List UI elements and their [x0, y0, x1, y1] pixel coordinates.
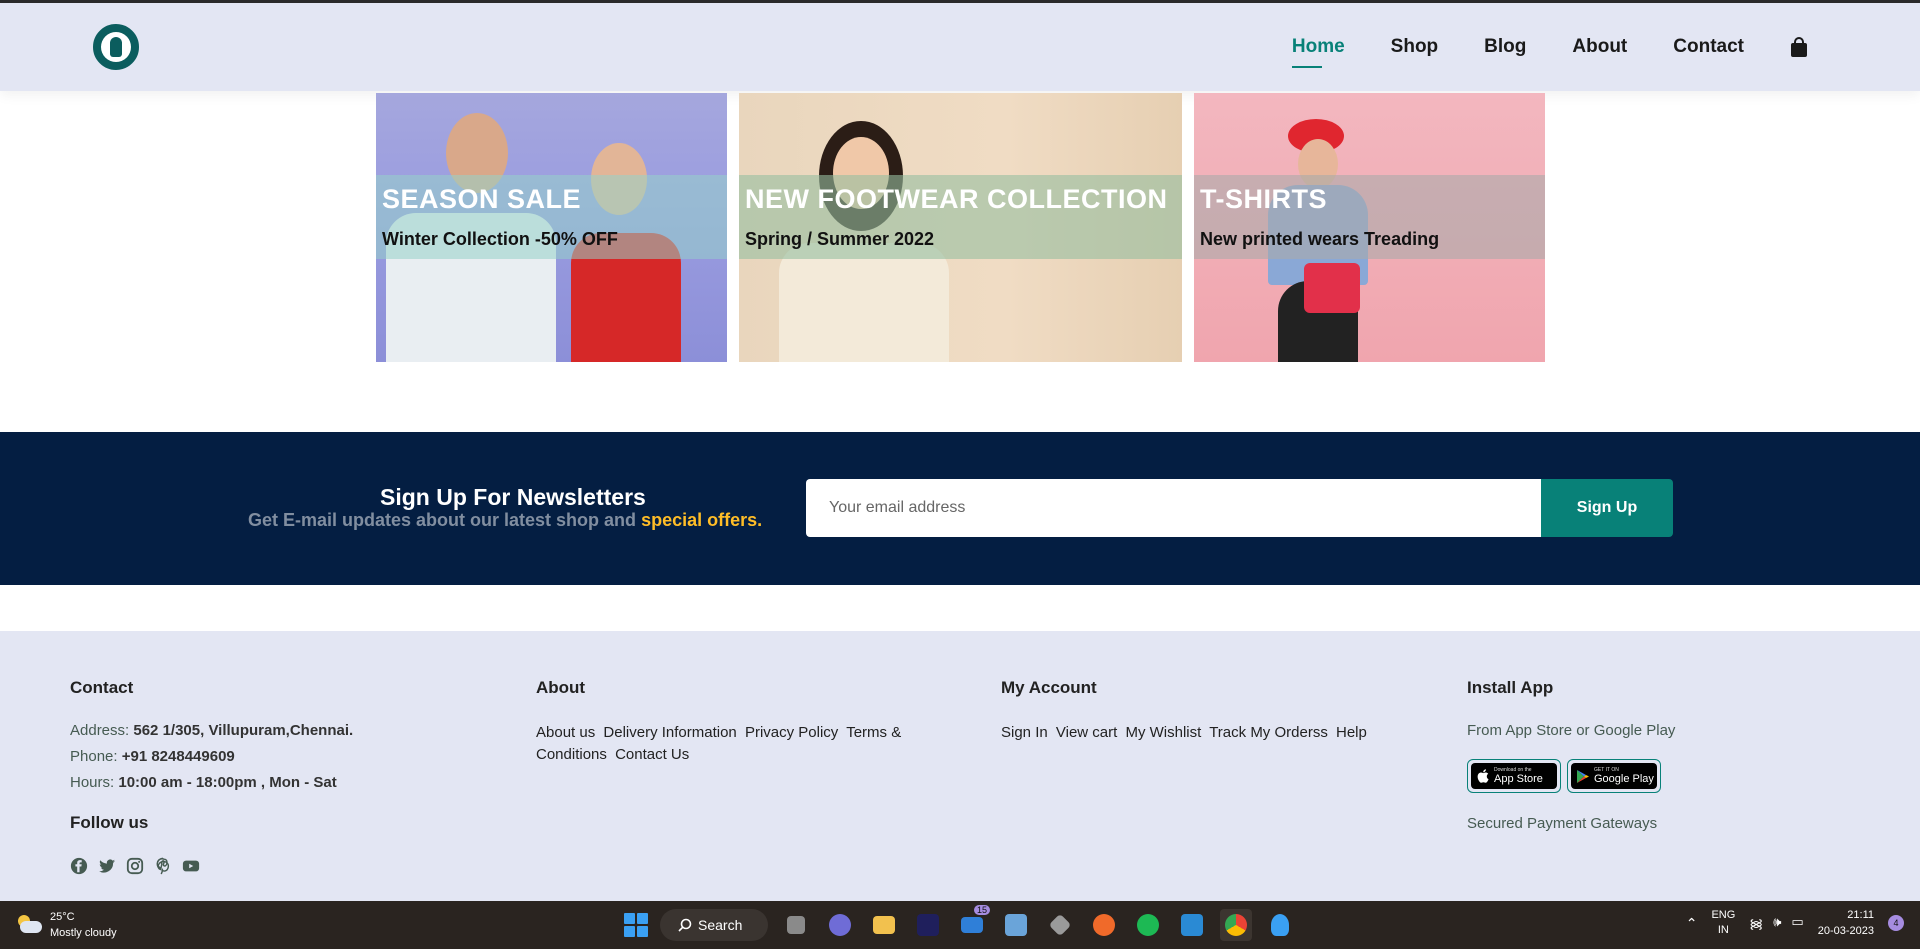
starbucks-logo-icon[interactable] [93, 24, 139, 70]
control-panel-icon[interactable] [1000, 909, 1032, 941]
task-view-icon[interactable] [780, 909, 812, 941]
footer-heading: My Account [1001, 678, 1097, 697]
about-links: About us Delivery Information Privacy Po… [536, 722, 976, 766]
social-icons [70, 857, 353, 875]
nav-contact[interactable]: Contact [1673, 30, 1744, 64]
site-footer: Contact Address: 562 1/305, Villupuram,C… [0, 631, 1920, 901]
footer-link[interactable]: My Wishlist [1125, 724, 1201, 741]
battery-icon: ▭ [1791, 914, 1804, 929]
lightbulb-app-icon[interactable] [1264, 909, 1296, 941]
file-explorer-icon[interactable] [868, 909, 900, 941]
footer-link[interactable]: Privacy Policy [745, 724, 838, 741]
weather-temperature: 25°C [50, 911, 75, 923]
wifi-icon: ᯼ [1749, 916, 1764, 931]
banner-season-sale[interactable]: SEASON SALE Winter Collection -50% OFF [376, 93, 727, 362]
footer-about: About About us Delivery Information Priv… [536, 678, 976, 766]
clock-time: 21:11 [1847, 909, 1874, 921]
footer-heading: About [536, 678, 586, 697]
footer-heading: Contact [70, 678, 134, 697]
quick-settings[interactable]: ᯼ 🕪 ▭ [1749, 914, 1803, 932]
account-links: Sign In View cart My Wishlist Track My O… [1001, 722, 1421, 744]
main-nav: Home Shop Blog About Contact [1246, 3, 1808, 91]
shopping-bag-icon[interactable] [1790, 37, 1808, 57]
windows-start-icon[interactable] [624, 913, 648, 937]
footer-link[interactable]: View cart [1056, 724, 1117, 741]
google-play-button[interactable]: GET IT ON Google Play [1567, 759, 1661, 793]
spotify-icon[interactable] [1132, 909, 1164, 941]
follow-heading: Follow us [70, 813, 149, 832]
footer-link[interactable]: Help [1336, 724, 1367, 741]
mail-badge: 15 [973, 905, 990, 915]
footer-link[interactable]: Contact Us [615, 746, 689, 763]
weather-condition: Mostly cloudy [50, 927, 117, 939]
banner-subtitle: Spring / Summer 2022 [745, 229, 935, 249]
sign-up-button[interactable]: Sign Up [1541, 479, 1673, 537]
notification-badge[interactable]: 4 [1888, 915, 1904, 931]
banner-title: NEW FOOTWEAR COLLECTION [745, 184, 1168, 214]
taskbar-apps: Search 15 [624, 905, 1296, 941]
footer-heading: Install App [1467, 678, 1554, 697]
google-play-icon [1577, 769, 1589, 783]
banner-subtitle: New printed wears Treading [1200, 229, 1440, 249]
address-line: Address: 562 1/305, Villupuram,Chennai. [70, 722, 354, 739]
nav-shop[interactable]: Shop [1391, 30, 1439, 64]
language-indicator[interactable]: ENG IN [1711, 908, 1735, 938]
taskbar-search[interactable]: Search [660, 909, 768, 941]
footer-link[interactable]: Sign In [1001, 724, 1048, 741]
audition-icon[interactable] [912, 909, 944, 941]
pinterest-icon[interactable] [154, 857, 172, 875]
clock[interactable]: 21:11 20-03-2023 [1818, 907, 1874, 939]
instagram-icon[interactable] [126, 857, 144, 875]
newsletter-subtitle-text: Get E-mail updates about our latest shop… [248, 510, 637, 530]
newsletter-section: Sign Up For Newsletters Get E-mail updat… [0, 432, 1920, 585]
weather-widget[interactable]: 25°C Mostly cloudy [16, 909, 117, 941]
email-input[interactable] [806, 479, 1541, 537]
banner-title: SEASON SALE [382, 184, 582, 214]
system-tray: ⌃ ENG IN ᯼ 🕪 ▭ 21:11 20-03-2023 4 [1686, 907, 1904, 939]
app-subtitle: From App Store or Google Play [1467, 722, 1676, 739]
footer-link[interactable]: Delivery Information [603, 724, 736, 741]
footer-install-app: Install App From App Store or Google Pla… [1467, 678, 1675, 841]
banner-tshirts[interactable]: T-SHIRTS New printed wears Treading [1194, 93, 1545, 362]
search-icon [678, 918, 692, 932]
newsletter-highlight: special offers. [641, 510, 763, 530]
newsletter-subtitle: Get E-mail updates about our latest shop… [248, 510, 762, 531]
footer-link[interactable]: About us [536, 724, 595, 741]
footer-account: My Account Sign In View cart My Wishlist… [1001, 678, 1421, 744]
banner-footwear[interactable]: NEW FOOTWEAR COLLECTION Spring / Summer … [739, 93, 1182, 362]
banner-subtitle: Winter Collection -50% OFF [382, 229, 618, 249]
volume-icon: 🕪 [1773, 914, 1782, 929]
site-header: Home Shop Blog About Contact [0, 3, 1920, 91]
store-badges: Download on the App Store GET IT ON Google… [1467, 759, 1675, 793]
unity-icon[interactable] [1044, 909, 1076, 941]
nav-about[interactable]: About [1572, 30, 1627, 64]
vscode-icon[interactable] [1176, 909, 1208, 941]
nav-home[interactable]: Home [1291, 30, 1345, 68]
phone-line: Phone: +91 8248449609 [70, 748, 235, 765]
windows-taskbar: 25°C Mostly cloudy Search 15 ⌃ ENG IN ᯼ … [0, 901, 1920, 949]
app-store-button[interactable]: Download on the App Store [1467, 759, 1561, 793]
footer-contact: Contact Address: 562 1/305, Villupuram,C… [70, 678, 353, 875]
cloudy-weather-icon [16, 915, 42, 935]
mail-icon[interactable]: 15 [956, 905, 990, 941]
footer-link[interactable]: Track My Orderss [1209, 724, 1328, 741]
hours-line: Hours: 10:00 am - 18:00pm , Mon - Sat [70, 774, 337, 791]
taskbar-search-label: Search [698, 917, 743, 933]
newsletter-title: Sign Up For Newsletters [380, 484, 646, 510]
teams-chat-icon[interactable] [824, 909, 856, 941]
banner-title: T-SHIRTS [1200, 184, 1328, 214]
facebook-icon[interactable] [70, 857, 88, 875]
payment-text: Secured Payment Gateways [1467, 815, 1658, 832]
firefox-icon[interactable] [1088, 909, 1120, 941]
apple-icon [1477, 769, 1489, 783]
nav-blog[interactable]: Blog [1484, 30, 1526, 64]
twitter-icon[interactable] [98, 857, 116, 875]
clock-date: 20-03-2023 [1817, 925, 1874, 937]
chrome-icon[interactable] [1220, 909, 1252, 941]
chevron-up-icon[interactable]: ⌃ [1686, 915, 1698, 932]
youtube-icon[interactable] [182, 857, 200, 875]
